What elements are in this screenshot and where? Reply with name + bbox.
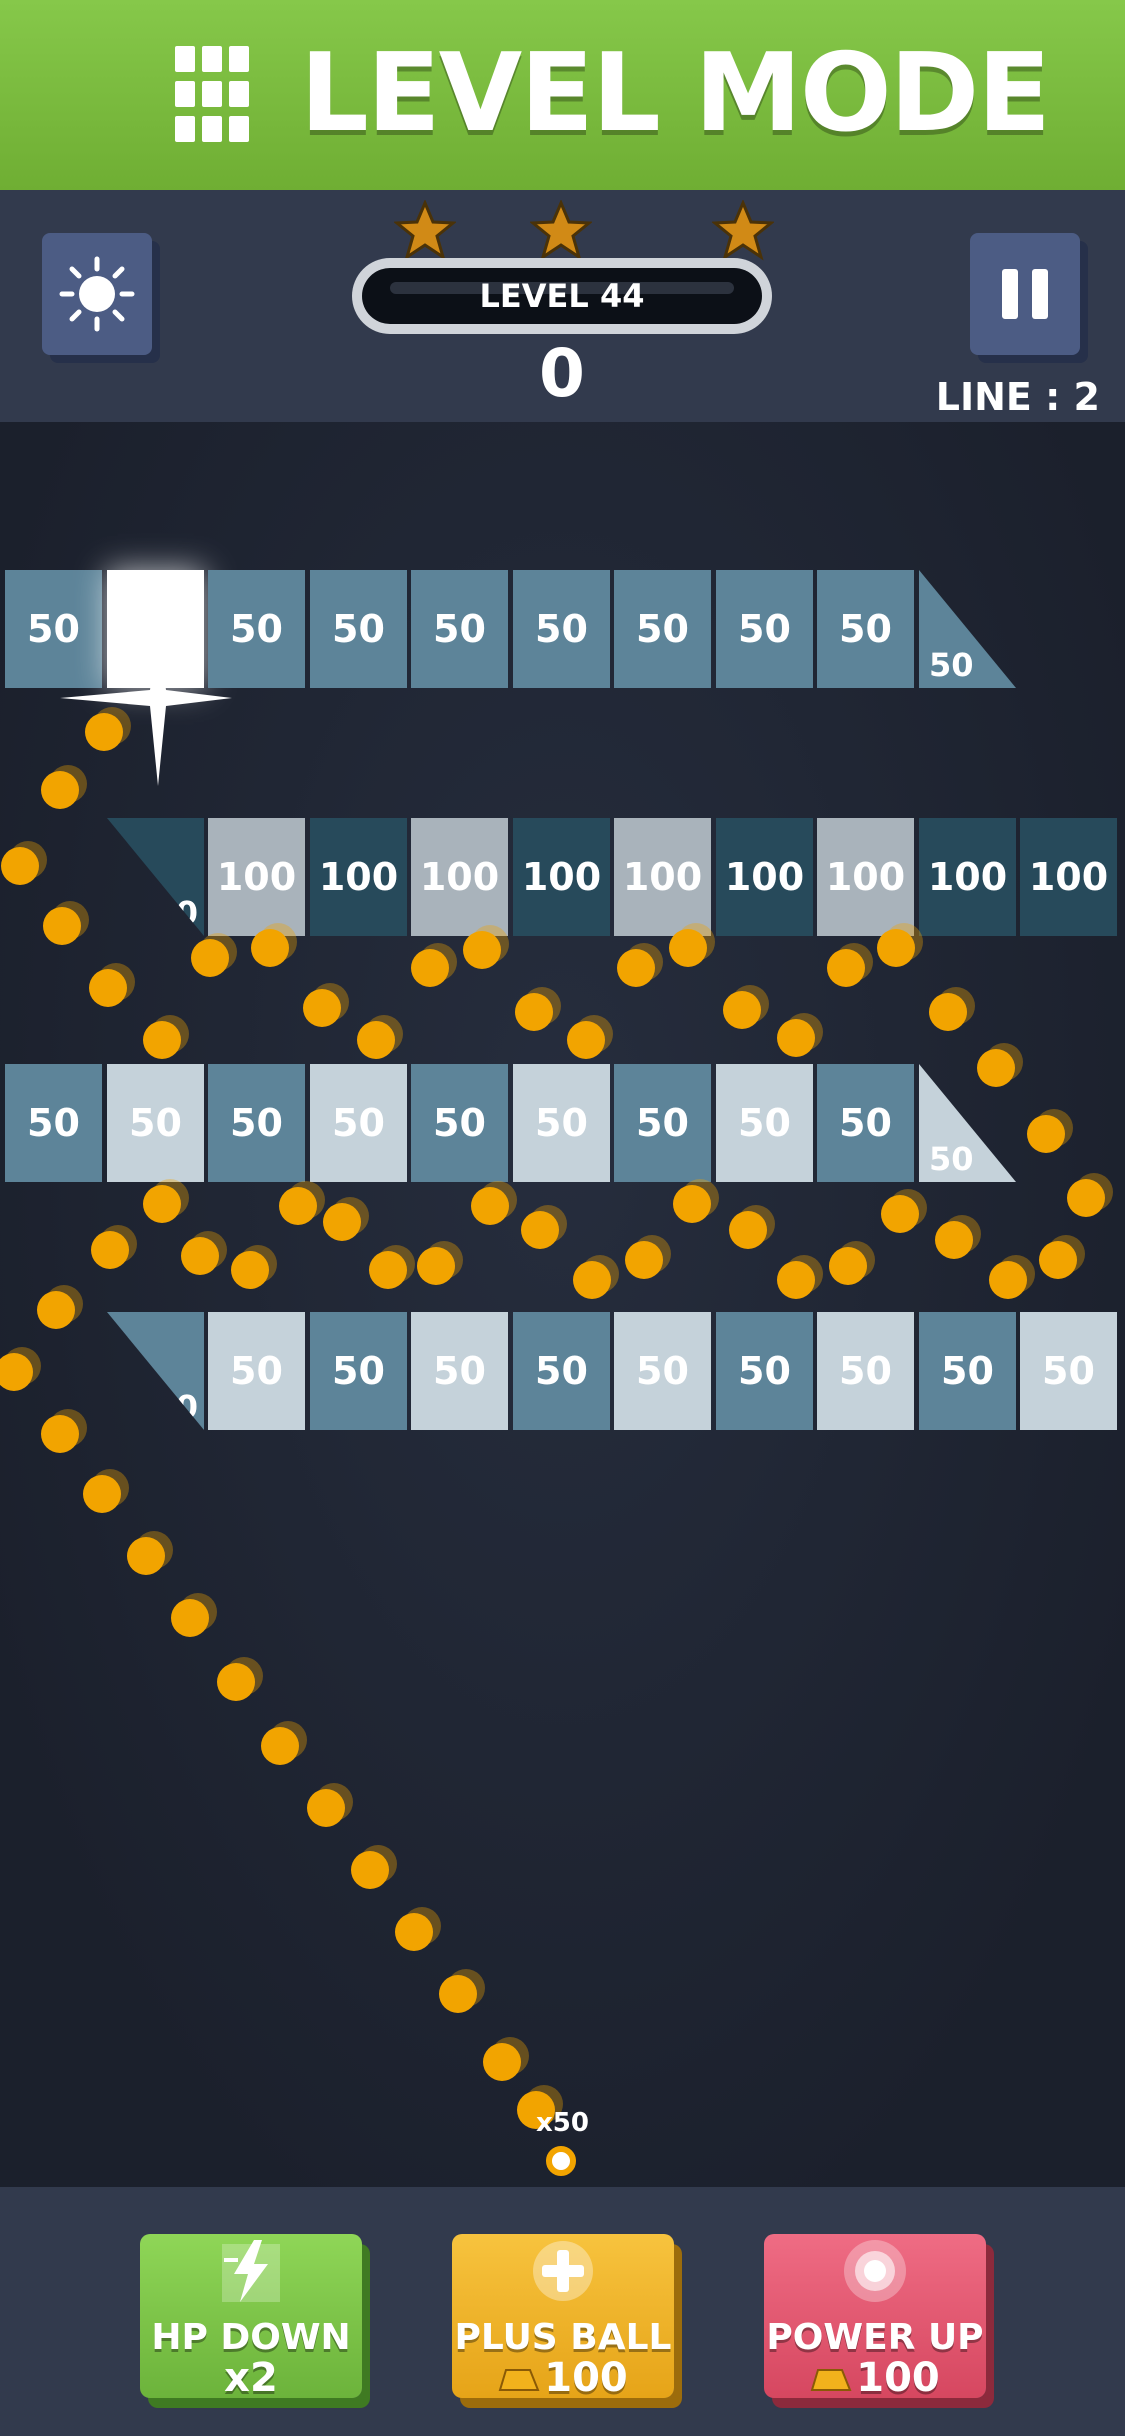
power-up-label: POWER UP xyxy=(766,2317,984,2358)
power-up-price: 100 xyxy=(856,2355,940,2401)
brick: 50 xyxy=(107,1064,204,1182)
brick: 50 xyxy=(817,1312,914,1430)
brick: 100 xyxy=(919,818,1016,936)
brick: 100 xyxy=(614,818,711,936)
glow-orb-icon xyxy=(844,2240,906,2302)
plus-ball-cost: 100 xyxy=(452,2358,674,2398)
brick: 50 xyxy=(817,1064,914,1182)
brick: 100 xyxy=(716,818,813,936)
brick: 50 xyxy=(817,570,914,688)
plus-icon xyxy=(533,2241,593,2301)
brick: 50 xyxy=(614,1064,711,1182)
plus-ball-button[interactable]: PLUS BALL 100 xyxy=(452,2234,674,2398)
plus-ball-label: PLUS BALL xyxy=(454,2317,672,2358)
gold-bar-icon xyxy=(498,2369,540,2391)
line-counter: LINE : 2 xyxy=(935,375,1100,419)
brick: 50 xyxy=(513,1064,610,1182)
brick: 50 xyxy=(208,570,305,688)
brick: 50 xyxy=(310,570,407,688)
hp-down-button[interactable]: HP DOWN x2 xyxy=(140,2234,362,2398)
hp-down-multiplier: x2 xyxy=(224,2355,278,2401)
brick: 50 xyxy=(513,1312,610,1430)
brick: 50 xyxy=(208,1312,305,1430)
hp-down-label: HP DOWN xyxy=(151,2317,351,2358)
brick: 100 xyxy=(513,818,610,936)
pause-button[interactable] xyxy=(970,233,1080,355)
mode-title: LEVEL MODE xyxy=(300,31,1051,156)
brick: 50 xyxy=(310,1312,407,1430)
star-icon xyxy=(530,200,592,261)
level-label: LEVEL 44 xyxy=(479,277,645,315)
brick xyxy=(107,570,204,688)
brick: 100 xyxy=(1020,818,1117,936)
top-banner: LEVEL MODE xyxy=(0,0,1125,190)
brick: 50 xyxy=(1020,1312,1117,1430)
level-grid-icon xyxy=(175,46,249,142)
level-progress: LEVEL 44 xyxy=(352,258,772,334)
brick: 50 xyxy=(716,570,813,688)
ball-count: x50 xyxy=(536,2108,589,2138)
brick: 50 xyxy=(5,570,102,688)
brick: 50 xyxy=(513,570,610,688)
score-value: 0 xyxy=(539,335,585,412)
settings-button[interactable] xyxy=(42,233,152,355)
launcher-ball[interactable] xyxy=(546,2146,576,2176)
brick: 100 xyxy=(310,818,407,936)
brick: 100 xyxy=(411,818,508,936)
brick: 50 xyxy=(614,570,711,688)
gold-bar-icon xyxy=(810,2369,852,2391)
star-icon xyxy=(394,200,456,261)
brick: 50 xyxy=(5,1064,102,1182)
pause-icon xyxy=(1002,269,1048,319)
power-up-cost: 100 xyxy=(764,2358,986,2398)
brick: 100 xyxy=(208,818,305,936)
brick: 50 xyxy=(716,1312,813,1430)
brick: 50 xyxy=(310,1064,407,1182)
brick: 50 xyxy=(411,1312,508,1430)
brick: 100 xyxy=(817,818,914,936)
brick: 50 xyxy=(411,570,508,688)
power-up-button[interactable]: POWER UP 100 xyxy=(764,2234,986,2398)
brick: 50 xyxy=(614,1312,711,1430)
brick: 50 xyxy=(411,1064,508,1182)
brick: 50 xyxy=(919,1312,1016,1430)
lightning-icon xyxy=(222,2240,280,2302)
plus-ball-price: 100 xyxy=(544,2355,628,2401)
sun-icon xyxy=(59,256,135,332)
star-icon xyxy=(712,200,774,261)
brick: 50 xyxy=(208,1064,305,1182)
brick: 50 xyxy=(716,1064,813,1182)
